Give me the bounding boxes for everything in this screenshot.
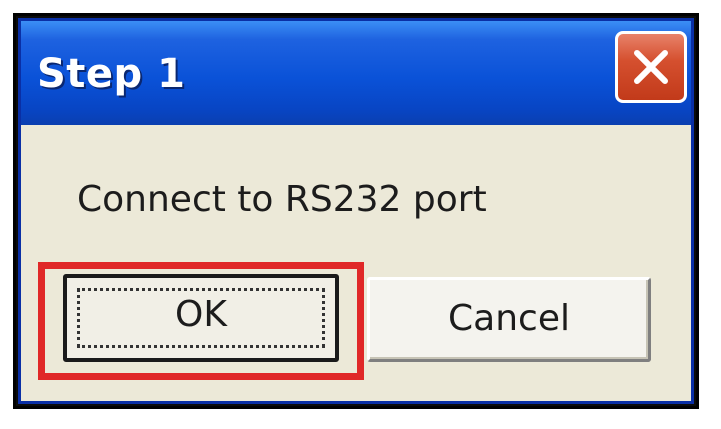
close-button[interactable] [615,31,687,103]
ok-button-label: OK [175,294,227,335]
screenshot-frame: Step 1 Connect to RS232 port OK Cancel [13,13,699,409]
ok-button[interactable]: OK [63,274,339,362]
dialog-title: Step 1 [37,51,186,97]
cancel-button-label: Cancel [448,298,570,339]
title-bar[interactable]: Step 1 [21,21,691,125]
close-icon [634,50,668,84]
cancel-button[interactable]: Cancel [367,277,651,362]
dialog-window: Step 1 Connect to RS232 port OK Cancel [18,18,694,404]
dialog-message: Connect to RS232 port [77,179,487,220]
